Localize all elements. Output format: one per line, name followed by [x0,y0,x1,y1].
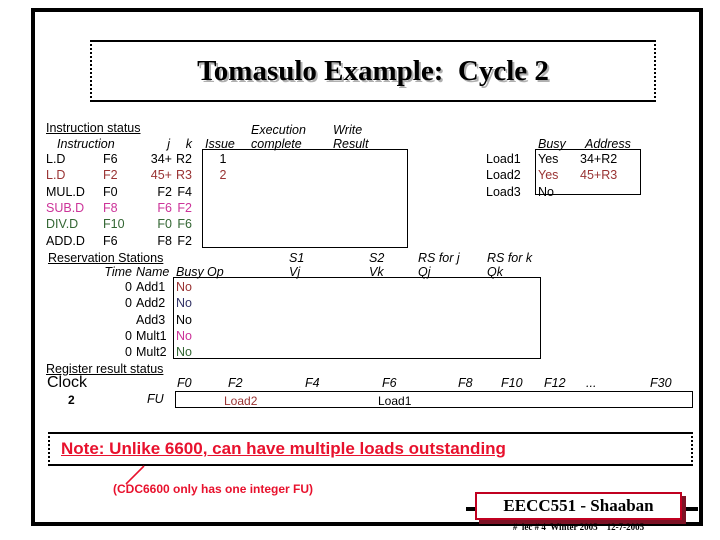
clock-value: 2 [68,393,75,407]
load-buffer-busy: No [538,184,554,199]
footer-detail-label: # lec # 4 Winter 2005 12-7-2005 [512,522,645,532]
rs-busy: No [176,296,192,311]
load-buffer-name: Load1 [486,152,521,166]
instruction-opcode: ADD.D [46,233,85,248]
instruction-opcode: L.D [46,152,66,166]
rs-header-rs-for-j: RS for j [418,251,460,265]
register-header-F0: F0 [177,376,192,390]
rs-busy: No [176,280,192,294]
rs-name: Add2 [136,296,166,311]
rs-header-s2: S2 [369,251,385,265]
reservation-stations-grid [173,277,541,359]
instruction-status-header-write-1: Write [333,123,363,137]
register-header-F12: F12 [544,376,566,390]
instruction-dest: F6 [103,152,118,166]
instruction-k: F4 [177,184,192,199]
register-header-F30: F30 [650,376,672,390]
register-header-F4: F4 [305,376,320,390]
page-title: Tomasulo Example: Cycle 2 [197,54,549,87]
reservation-stations-label: Reservation Stations [48,251,164,265]
rs-name: Mult2 [136,345,167,360]
load-buffer-name: Load2 [486,168,521,183]
load-buffer-busy: Yes [538,168,559,183]
register-header-: ... [586,376,597,390]
instruction-opcode: DIV.D [46,217,79,232]
rs-name: Add1 [136,280,166,294]
instruction-k: F2 [177,233,192,248]
instruction-opcode: L.D [46,168,66,183]
instruction-dest: F6 [103,233,118,248]
rs-name: Add3 [136,312,166,327]
rs-time: 0 [125,328,132,343]
instruction-status-label: Instruction status [46,121,141,135]
rs-time: 0 [125,296,132,311]
fu-label: FU [147,392,164,406]
rs-header-time: Time [104,265,132,279]
rs-name: Mult1 [136,328,167,343]
instruction-issue-cycle: 1 [219,152,227,166]
footer: EECC551 - Shaaban # lec # 4 Winter 2005 … [466,491,698,535]
instruction-k: F2 [177,200,192,215]
footer-course-label: EECC551 - Shaaban [503,496,654,515]
instruction-dest: F0 [103,184,118,199]
rs-busy: No [176,328,192,343]
rs-time: 0 [125,280,132,294]
rs-busy: No [176,312,192,327]
instruction-k: R3 [176,168,192,183]
instruction-dest: F8 [103,200,118,215]
title-box: Tomasulo Example: Cycle 2 [90,40,656,102]
rs-header-s1: S1 [289,251,305,265]
footer-rule-right [684,507,698,511]
instruction-status-header-execution-1: Execution [251,123,306,137]
footer-box: EECC551 - Shaaban [475,492,682,520]
sub-note-text: (CDC6600 only has one integer FU) [113,482,314,496]
instruction-status-header-k: k [185,137,192,151]
load-buffer-busy: Yes [538,152,559,166]
instruction-opcode: SUB.D [46,200,85,215]
note-box: Note: Unlike 6600, can have multiple loa… [48,432,693,466]
register-header-F2: F2 [228,376,243,390]
clock-label: Clock [47,374,88,391]
rs-time: 0 [125,345,132,360]
load-buffer-address: 45+R3 [580,168,618,183]
load-buffer-address: 34+R2 [580,152,618,166]
rs-header-name: Name [136,265,170,279]
load-buffer-name: Load3 [486,184,521,199]
register-fu-F6: Load1 [378,394,412,408]
rs-busy: No [176,345,192,360]
instruction-k: F6 [177,217,192,232]
register-header-F10: F10 [501,376,523,390]
instruction-k: R2 [176,152,192,166]
rs-header-rs-for-k: RS for k [487,251,533,265]
instruction-dest: F2 [103,168,118,183]
register-header-F6: F6 [382,376,397,390]
instruction-status-header-instruction: Instruction [57,137,115,151]
instruction-dest: F10 [103,217,125,232]
register-header-F8: F8 [458,376,473,390]
note-text: Note: Unlike 6600, can have multiple loa… [61,439,506,458]
register-fu-F2: Load2 [224,394,258,408]
instruction-opcode: MUL.D [46,184,85,199]
instruction-issue-cycle: 2 [219,168,227,183]
